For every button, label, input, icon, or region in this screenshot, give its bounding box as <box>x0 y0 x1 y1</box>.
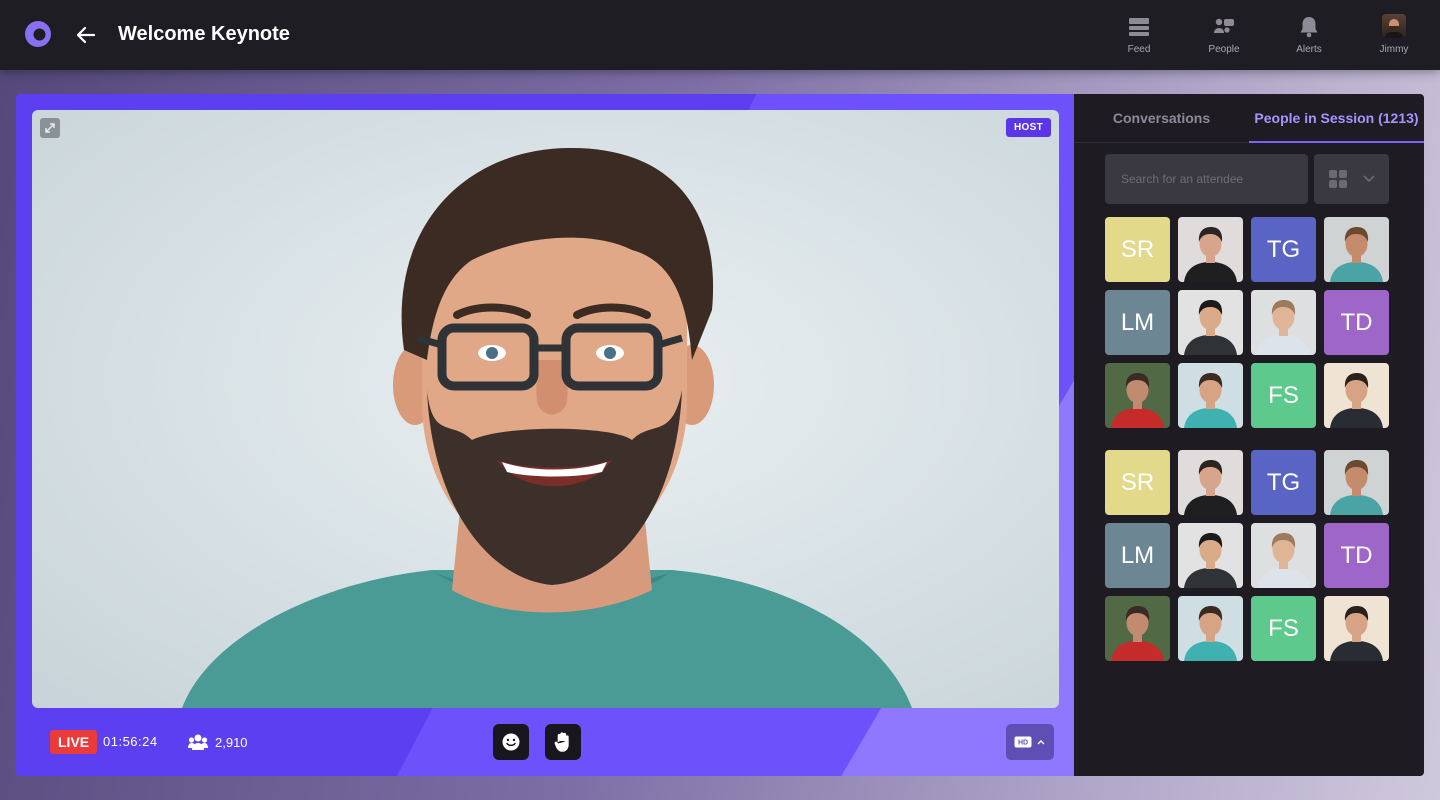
attendee-avatar[interactable] <box>1324 450 1389 515</box>
bell-icon <box>1279 14 1339 40</box>
speaker-video[interactable]: HOST <box>32 110 1059 708</box>
attendee-avatar[interactable] <box>1178 596 1243 661</box>
hand-icon <box>554 732 569 752</box>
viewers-icon <box>188 734 208 750</box>
nav-alerts[interactable]: Alerts <box>1279 14 1339 58</box>
speaker-illustration <box>182 147 912 708</box>
stream-timer: 01:56:24 <box>103 734 158 749</box>
attendee-avatar[interactable] <box>1178 217 1243 282</box>
attendee-initials: LM <box>1120 541 1155 569</box>
attendee-initials: FS <box>1268 381 1299 409</box>
attendee-initials-tile[interactable]: SR <box>1105 450 1170 515</box>
hd-icon: HD <box>1014 736 1032 748</box>
attendee-initials: TG <box>1266 468 1301 496</box>
nav-feed[interactable]: Feed <box>1109 14 1169 58</box>
nav-people[interactable]: People <box>1194 14 1254 58</box>
attendee-avatar[interactable] <box>1105 363 1170 428</box>
reaction-button[interactable] <box>493 724 529 760</box>
attendee-avatar[interactable] <box>1324 363 1389 428</box>
session-sidebar: Conversations People in Session (1213) S… <box>1074 94 1424 776</box>
attendee-initials-tile[interactable]: FS <box>1251 363 1316 428</box>
nav-profile-label: Jimmy <box>1379 44 1409 55</box>
attendee-search-input[interactable]: Search for an attendee <box>1105 154 1308 204</box>
top-bar: Welcome Keynote Feed People Alerts Jimmy <box>0 0 1440 70</box>
attendee-avatar[interactable] <box>1251 523 1316 588</box>
tab-people-in-session[interactable]: People in Session (1213) <box>1249 94 1424 143</box>
raise-hand-button[interactable] <box>545 724 581 760</box>
stage-panel: HOST LIVE 01:56:24 2,910 HD <box>16 94 1074 776</box>
attendee-avatar[interactable] <box>1178 450 1243 515</box>
quality-selector[interactable]: HD <box>1006 724 1054 760</box>
app-logo[interactable] <box>24 20 52 48</box>
host-badge: HOST <box>1006 118 1051 137</box>
attendee-avatar[interactable] <box>1324 217 1389 282</box>
grid-icon <box>1329 170 1347 188</box>
expand-icon[interactable] <box>40 118 60 138</box>
attendee-initials-tile[interactable]: TG <box>1251 450 1316 515</box>
attendee-initials-tile[interactable]: TD <box>1324 523 1389 588</box>
attendee-initials: FS <box>1268 614 1299 642</box>
live-badge: LIVE <box>50 730 98 754</box>
smiley-icon <box>502 733 520 751</box>
attendee-initials: TG <box>1266 235 1301 263</box>
nav-feed-label: Feed <box>1127 44 1151 55</box>
attendee-avatar[interactable] <box>1178 290 1243 355</box>
view-mode-dropdown[interactable] <box>1314 154 1389 204</box>
nav-profile[interactable]: Jimmy <box>1364 14 1424 58</box>
page-title: Welcome Keynote <box>118 23 290 45</box>
attendee-initials-tile[interactable]: LM <box>1105 523 1170 588</box>
people-icon <box>1194 14 1254 40</box>
attendee-initials-tile[interactable]: LM <box>1105 290 1170 355</box>
attendee-avatar[interactable] <box>1178 523 1243 588</box>
nav-people-label: People <box>1208 44 1240 55</box>
nav-alerts-label: Alerts <box>1296 44 1322 55</box>
attendee-initials: TD <box>1340 308 1373 336</box>
attendee-avatar[interactable] <box>1178 363 1243 428</box>
viewer-count-value: 2,910 <box>215 734 248 750</box>
attendee-initials-tile[interactable]: TG <box>1251 217 1316 282</box>
chevron-down-icon <box>1363 175 1375 183</box>
hd-label: HD <box>1018 740 1028 747</box>
attendee-initials: SR <box>1120 235 1155 263</box>
attendee-avatar[interactable] <box>1324 596 1389 661</box>
attendee-initials-tile[interactable]: TD <box>1324 290 1389 355</box>
sidebar-tabs: Conversations People in Session (1213) <box>1074 94 1424 143</box>
tab-conversations[interactable]: Conversations <box>1074 94 1249 143</box>
attendee-initials: SR <box>1120 468 1155 496</box>
attendee-avatar[interactable] <box>1251 290 1316 355</box>
attendee-initials: LM <box>1120 308 1155 336</box>
attendee-initials: TD <box>1340 541 1373 569</box>
viewer-count: 2,910 <box>188 732 248 752</box>
chevron-up-icon <box>1037 740 1045 745</box>
back-arrow-icon[interactable] <box>74 23 98 47</box>
attendee-avatar[interactable] <box>1105 596 1170 661</box>
feed-icon <box>1109 14 1169 40</box>
user-avatar <box>1364 14 1424 40</box>
attendee-initials-tile[interactable]: FS <box>1251 596 1316 661</box>
attendee-initials-tile[interactable]: SR <box>1105 217 1170 282</box>
